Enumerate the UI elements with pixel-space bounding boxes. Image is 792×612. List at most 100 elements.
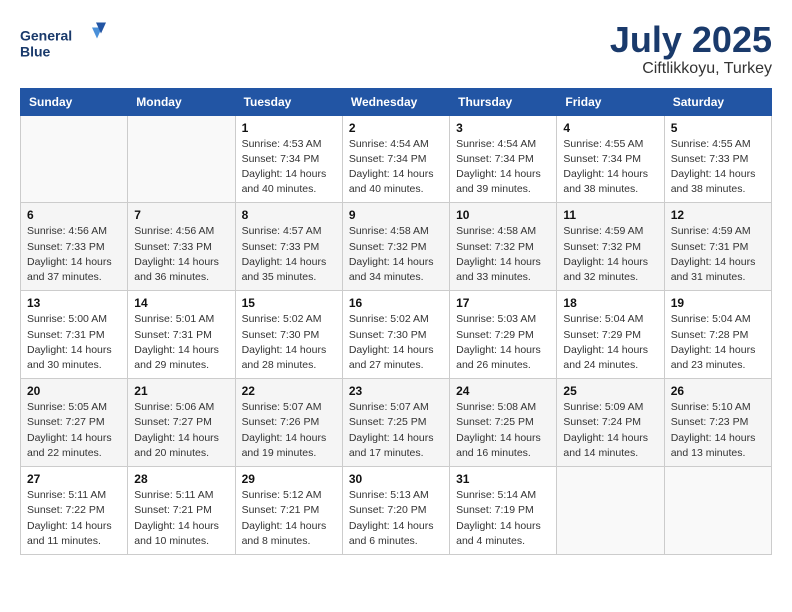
calendar-cell: 14Sunrise: 5:01 AMSunset: 7:31 PMDayligh… <box>128 291 235 379</box>
calendar-week-row: 1 Sunrise: 4:53 AMSunset: 7:34 PMDaylight… <box>21 115 772 203</box>
sunrise-text: Sunrise: 4:55 AM <box>563 137 657 152</box>
calendar-cell: 17Sunrise: 5:03 AMSunset: 7:29 PMDayligh… <box>450 291 557 379</box>
day-number: 19 <box>671 296 765 310</box>
sunset-text: Sunset: 7:26 PM <box>242 415 336 430</box>
daylight-text: Daylight: 14 hours and 19 minutes. <box>242 431 336 461</box>
sunset-text: Sunset: 7:34 PM <box>563 152 657 167</box>
sunrise-text: Sunrise: 5:03 AM <box>456 312 550 327</box>
day-info: Sunrise: 5:14 AMSunset: 7:19 PMDaylight:… <box>456 488 550 549</box>
day-info: Sunrise: 4:56 AMSunset: 7:33 PMDaylight:… <box>134 224 228 285</box>
header-wednesday: Wednesday <box>342 88 449 115</box>
sunset-text: Sunset: 7:27 PM <box>134 415 228 430</box>
calendar-week-row: 13Sunrise: 5:00 AMSunset: 7:31 PMDayligh… <box>21 291 772 379</box>
daylight-text: Daylight: 14 hours and 8 minutes. <box>242 519 336 549</box>
sunset-text: Sunset: 7:31 PM <box>134 328 228 343</box>
day-number: 29 <box>242 472 336 486</box>
sunrise-text: Sunrise: 5:12 AM <box>242 488 336 503</box>
calendar-cell: 3Sunrise: 4:54 AMSunset: 7:34 PMDaylight… <box>450 115 557 203</box>
calendar-cell: 8Sunrise: 4:57 AMSunset: 7:33 PMDaylight… <box>235 203 342 291</box>
sunset-text: Sunset: 7:23 PM <box>671 415 765 430</box>
daylight-text: Daylight: 14 hours and 40 minutes. <box>349 167 443 197</box>
calendar-cell: 30Sunrise: 5:13 AMSunset: 7:20 PMDayligh… <box>342 467 449 555</box>
sunrise-text: Sunrise: 5:10 AM <box>671 400 765 415</box>
calendar-cell: 24 Sunrise: 5:08 AMSunset: 7:25 PMDayligh… <box>450 379 557 467</box>
calendar-cell: 20Sunrise: 5:05 AMSunset: 7:27 PMDayligh… <box>21 379 128 467</box>
calendar-cell: 31Sunrise: 5:14 AMSunset: 7:19 PMDayligh… <box>450 467 557 555</box>
sunset-text: Sunset: 7:34 PM <box>349 152 443 167</box>
daylight-text: Daylight: 14 hours and 37 minutes. <box>27 255 121 285</box>
daylight-text: Daylight: 14 hours and 13 minutes. <box>671 431 765 461</box>
day-number: 4 <box>563 121 657 135</box>
day-number: 30 <box>349 472 443 486</box>
svg-text:Blue: Blue <box>20 44 51 60</box>
sunset-text: Sunset: 7:33 PM <box>671 152 765 167</box>
sunset-text: Sunset: 7:21 PM <box>134 503 228 518</box>
calendar-cell: 10Sunrise: 4:58 AMSunset: 7:32 PMDayligh… <box>450 203 557 291</box>
sunrise-text: Sunrise: 5:07 AM <box>242 400 336 415</box>
day-info: Sunrise: 4:57 AMSunset: 7:33 PMDaylight:… <box>242 224 336 285</box>
day-number: 10 <box>456 208 550 222</box>
day-number: 28 <box>134 472 228 486</box>
day-number: 13 <box>27 296 121 310</box>
sunrise-text: Sunrise: 4:58 AM <box>456 224 550 239</box>
sunrise-text: Sunrise: 4:54 AM <box>349 137 443 152</box>
day-info: Sunrise: 5:12 AMSunset: 7:21 PMDaylight:… <box>242 488 336 549</box>
day-info: Sunrise: 5:03 AMSunset: 7:29 PMDaylight:… <box>456 312 550 373</box>
day-number: 3 <box>456 121 550 135</box>
sunset-text: Sunset: 7:25 PM <box>349 415 443 430</box>
sunrise-text: Sunrise: 5:00 AM <box>27 312 121 327</box>
sunrise-text: Sunrise: 4:56 AM <box>134 224 228 239</box>
calendar-cell: 25Sunrise: 5:09 AMSunset: 7:24 PMDayligh… <box>557 379 664 467</box>
daylight-text: Daylight: 14 hours and 20 minutes. <box>134 431 228 461</box>
calendar-cell: 18 Sunrise: 5:04 AMSunset: 7:29 PMDayligh… <box>557 291 664 379</box>
svg-text:General: General <box>20 28 72 44</box>
sunrise-text: Sunrise: 4:59 AM <box>671 224 765 239</box>
sunset-text: Sunset: 7:27 PM <box>27 415 121 430</box>
sunset-text: Sunset: 7:30 PM <box>349 328 443 343</box>
day-info: Sunrise: 5:05 AMSunset: 7:27 PMDaylight:… <box>27 400 121 461</box>
day-number: 5 <box>671 121 765 135</box>
calendar-cell: 26Sunrise: 5:10 AMSunset: 7:23 PMDayligh… <box>664 379 771 467</box>
sunset-text: Sunset: 7:32 PM <box>563 240 657 255</box>
day-info: Sunrise: 5:08 AMSunset: 7:25 PMDaylight:… <box>456 400 550 461</box>
calendar-cell: 28Sunrise: 5:11 AMSunset: 7:21 PMDayligh… <box>128 467 235 555</box>
sunrise-text: Sunrise: 5:04 AM <box>563 312 657 327</box>
day-info: Sunrise: 4:53 AMSunset: 7:34 PMDaylight:… <box>242 137 336 198</box>
calendar-cell: 29 Sunrise: 5:12 AMSunset: 7:21 PMDayligh… <box>235 467 342 555</box>
daylight-text: Daylight: 14 hours and 31 minutes. <box>671 255 765 285</box>
day-number: 18 <box>563 296 657 310</box>
day-number: 24 <box>456 384 550 398</box>
sunset-text: Sunset: 7:30 PM <box>242 328 336 343</box>
calendar-table: SundayMondayTuesdayWednesdayThursdayFrid… <box>20 88 772 555</box>
day-info: Sunrise: 5:04 AMSunset: 7:29 PMDaylight:… <box>563 312 657 373</box>
day-info: Sunrise: 5:10 AMSunset: 7:23 PMDaylight:… <box>671 400 765 461</box>
sunrise-text: Sunrise: 4:54 AM <box>456 137 550 152</box>
sunset-text: Sunset: 7:28 PM <box>671 328 765 343</box>
daylight-text: Daylight: 14 hours and 35 minutes. <box>242 255 336 285</box>
day-number: 1 <box>242 121 336 135</box>
calendar-cell: 5Sunrise: 4:55 AMSunset: 7:33 PMDaylight… <box>664 115 771 203</box>
day-info: Sunrise: 4:58 AMSunset: 7:32 PMDaylight:… <box>349 224 443 285</box>
sunset-text: Sunset: 7:29 PM <box>563 328 657 343</box>
day-number: 23 <box>349 384 443 398</box>
sunrise-text: Sunrise: 4:55 AM <box>671 137 765 152</box>
sunset-text: Sunset: 7:32 PM <box>349 240 443 255</box>
day-number: 12 <box>671 208 765 222</box>
day-info: Sunrise: 4:59 AMSunset: 7:32 PMDaylight:… <box>563 224 657 285</box>
sunrise-text: Sunrise: 5:02 AM <box>349 312 443 327</box>
day-info: Sunrise: 4:56 AMSunset: 7:33 PMDaylight:… <box>27 224 121 285</box>
daylight-text: Daylight: 14 hours and 40 minutes. <box>242 167 336 197</box>
sunrise-text: Sunrise: 4:57 AM <box>242 224 336 239</box>
logo: General Blue <box>20 20 110 65</box>
day-info: Sunrise: 5:02 AMSunset: 7:30 PMDaylight:… <box>349 312 443 373</box>
sunset-text: Sunset: 7:31 PM <box>671 240 765 255</box>
sunset-text: Sunset: 7:24 PM <box>563 415 657 430</box>
sunset-text: Sunset: 7:19 PM <box>456 503 550 518</box>
calendar-cell: 23Sunrise: 5:07 AMSunset: 7:25 PMDayligh… <box>342 379 449 467</box>
sunset-text: Sunset: 7:33 PM <box>27 240 121 255</box>
sunset-text: Sunset: 7:31 PM <box>27 328 121 343</box>
header-friday: Friday <box>557 88 664 115</box>
sunrise-text: Sunrise: 5:01 AM <box>134 312 228 327</box>
sunset-text: Sunset: 7:34 PM <box>456 152 550 167</box>
sunrise-text: Sunrise: 4:59 AM <box>563 224 657 239</box>
